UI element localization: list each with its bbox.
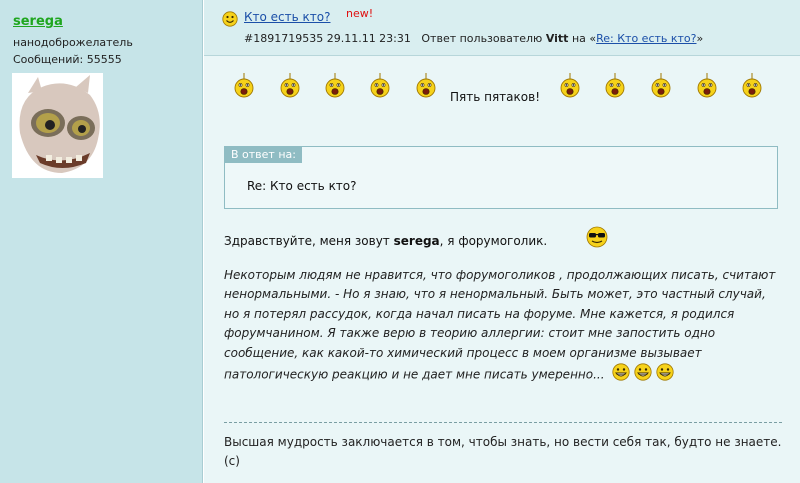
reply-on: на « — [571, 32, 597, 45]
post-content: Пять пятаков! В ответ на: Re: Кто есть к… — [204, 56, 800, 483]
reply-quote-box: В ответ на: Re: Кто есть кто? — [224, 146, 778, 209]
reply-end: » — [696, 32, 704, 45]
shocked-smiley-icon — [325, 73, 345, 103]
post-paragraph: Некоторым людям не нравится, что форумог… — [224, 266, 784, 387]
avatar — [12, 73, 103, 178]
greeting-before: Здравствуйте, меня зовут — [224, 234, 394, 248]
grin-smiley-icon — [634, 363, 652, 387]
shocked-smiley-icon — [280, 73, 300, 103]
quote-label: В ответ на: — [225, 147, 302, 163]
shocked-smiley-icon — [560, 73, 580, 103]
new-badge: new! — [346, 7, 374, 20]
quote-text: Re: Кто есть кто? — [247, 179, 357, 193]
smiley-icon — [222, 11, 238, 31]
signature-text: Пять пятаков! — [450, 90, 540, 104]
cool-smiley-icon — [586, 226, 608, 252]
post-meta: #1891719535 29.11.11 23:31 Ответ пользов… — [244, 32, 703, 45]
reply-user[interactable]: Vitt — [546, 32, 569, 45]
reply-parent-link[interactable]: Re: Кто есть кто? — [596, 32, 696, 45]
signature-row: Пять пятаков! — [204, 73, 800, 109]
grin-smiley-icon — [656, 363, 674, 387]
greeting-after: , я форумоголик. — [439, 234, 548, 248]
shocked-smiley-icon — [370, 73, 390, 103]
greeting-line: Здравствуйте, меня зовут serega, я форум… — [224, 234, 547, 248]
greeting-name: serega — [393, 234, 440, 248]
post-header: Кто есть кто? new! #1891719535 29.11.11 … — [204, 0, 800, 56]
shocked-smiley-icon — [651, 73, 671, 103]
forum-post: serega нанодоброжелатель Сообщений: 5555… — [0, 0, 800, 483]
signature-divider — [224, 422, 782, 423]
signature-quote: Высшая мудрость заключается в том, чтобы… — [224, 435, 782, 469]
paragraph-text: Некоторым людям не нравится, что форумог… — [224, 268, 776, 382]
post-title-link[interactable]: Кто есть кто? — [244, 10, 330, 24]
grin-smiley-icon — [612, 363, 630, 387]
author-rank: нанодоброжелатель — [13, 36, 133, 49]
shocked-smiley-icon — [234, 73, 254, 103]
shocked-smiley-icon — [742, 73, 762, 103]
post-id: #1891719535 — [244, 32, 324, 45]
author-post-count: Сообщений: 55555 — [13, 53, 122, 66]
shocked-smiley-icon — [697, 73, 717, 103]
author-panel: serega нанодоброжелатель Сообщений: 5555… — [0, 0, 203, 483]
shocked-smiley-icon — [416, 73, 436, 103]
author-nick-link[interactable]: serega — [13, 14, 63, 29]
shocked-smiley-icon — [605, 73, 625, 103]
reply-prefix: Ответ пользователю — [421, 32, 543, 45]
post-date: 29.11.11 23:31 — [326, 32, 411, 45]
